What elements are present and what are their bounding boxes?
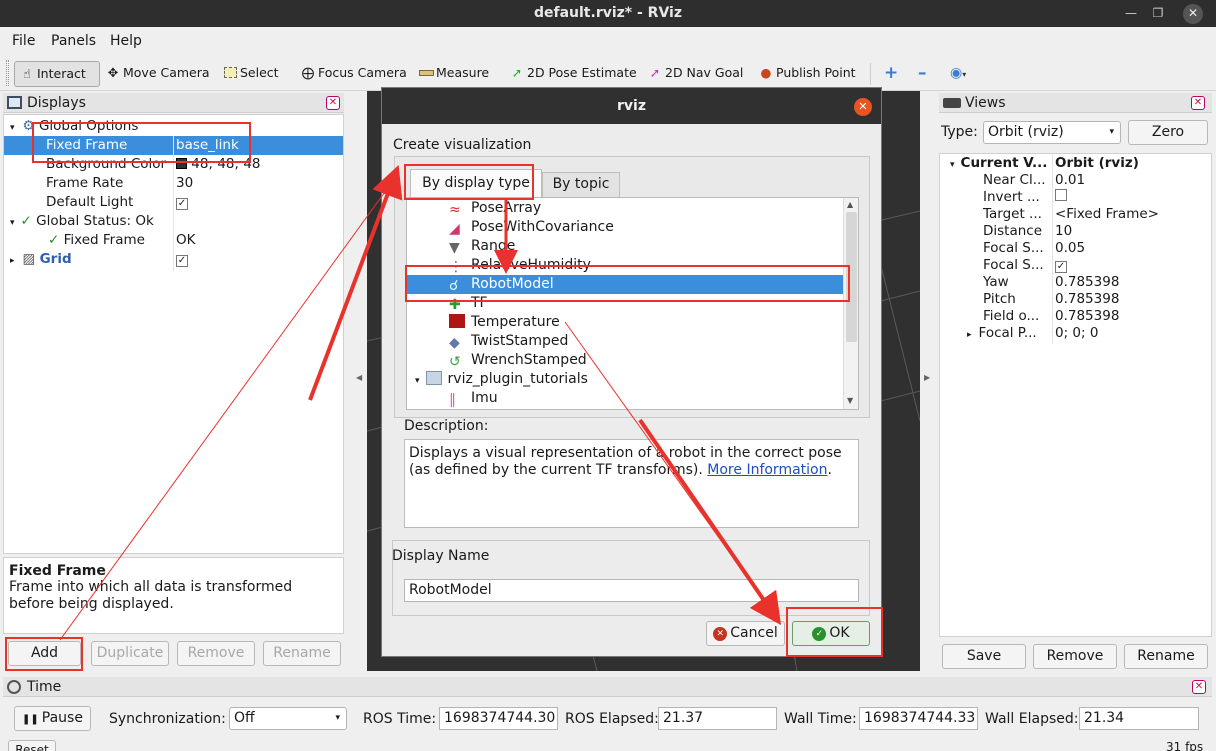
annotation-arrow-to-ok xyxy=(638,418,782,626)
annotation-arrow-to-tab xyxy=(308,165,403,401)
annotation-arrow-thin xyxy=(59,177,396,641)
annotation-arrows xyxy=(59,165,782,641)
